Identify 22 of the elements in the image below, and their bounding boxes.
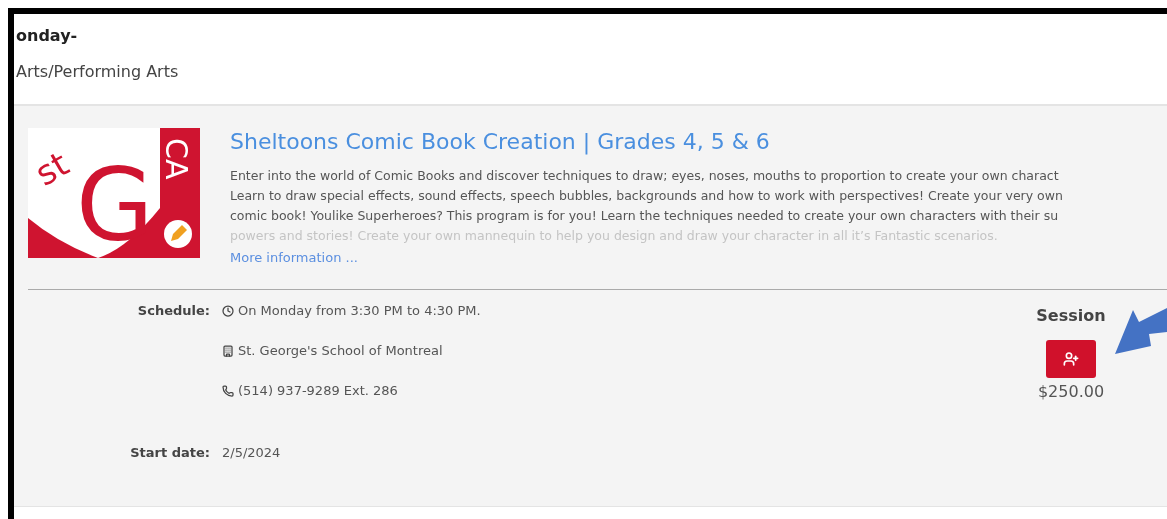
session-price: $250.00 [1037,381,1105,403]
day-heading: onday- [16,26,78,46]
description-line: comic book! Youlike Superheroes? This program is for you! Learn the techniques needed to create your own characters with their su [230,207,1060,225]
detail-label: Start date: [129,444,210,462]
detail-label: Schedule: [136,302,210,320]
add-user-icon [1063,351,1079,367]
detail-value: 2/5/2024 [222,444,281,462]
detail-value: (514) 937-9289 Ext. 286 [238,382,398,400]
session-heading: Session [1036,305,1106,327]
course-title-link[interactable]: Sheltoons Comic Book Creation | Grades 4, 5 & 6 [230,128,1063,156]
description-line: Enter into the world of Comic Books and discover techniques to draw; eyes, noses, mouths to proportion to create your own charact [230,167,1060,185]
school-logo: st G CA [28,128,200,258]
detail-value: On Monday from 3:30 PM to 4:30 PM. [238,302,481,320]
phone-icon [222,385,234,397]
detail-value: St. George's School of Montreal [238,342,443,360]
building-icon [222,345,234,357]
arrow-drawing [1115,308,1167,356]
enroll-button[interactable] [1046,340,1096,378]
clock-icon [222,305,234,317]
more-information-link[interactable]: More information ... [230,248,358,268]
description-line: Learn to draw special effects, sound effects, speech bubbles, backgrounds and how to work with perspectives! Create your very own [230,187,1063,205]
category-label: Arts/Performing Arts [16,62,179,81]
